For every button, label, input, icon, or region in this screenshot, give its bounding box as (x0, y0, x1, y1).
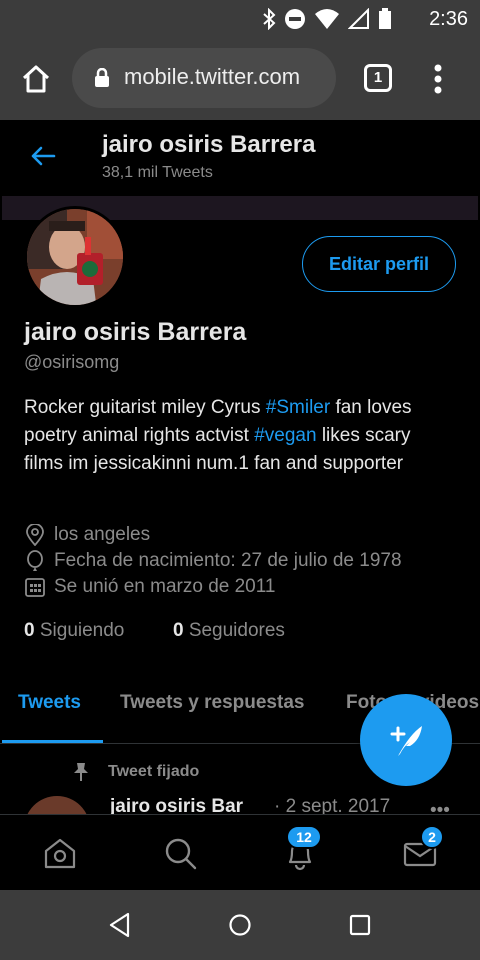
home-icon[interactable] (20, 63, 52, 95)
joined-text: Se unió en marzo de 2011 (54, 576, 276, 597)
status-icons (262, 8, 392, 30)
following-label: Siguiendo (39, 620, 125, 641)
tweet-count: 38,1 mil Tweets (102, 164, 213, 181)
system-navigation-bar (0, 890, 480, 960)
bluetooth-icon (263, 8, 276, 30)
tab-switcher-button[interactable]: 1 (364, 64, 392, 92)
search-icon[interactable] (162, 835, 198, 871)
nav-back-icon[interactable] (108, 912, 132, 938)
tab-tweets-and-replies[interactable]: Tweets y respuestas (120, 692, 304, 714)
battery-icon (379, 8, 391, 29)
home-tab-icon[interactable] (42, 835, 78, 871)
pinned-tweet[interactable]: jairo osiris Bar · 2 sept. 2017 ••• (0, 796, 480, 814)
profile-header: jairo osiris Barrera 38,1 mil Tweets (0, 120, 480, 194)
nav-home-icon[interactable] (228, 912, 252, 938)
profile-location: los angeles (24, 524, 150, 546)
active-tab-indicator (2, 740, 103, 743)
edit-profile-button[interactable]: Editar perfil (302, 236, 456, 292)
back-arrow-icon[interactable] (30, 145, 56, 167)
avatar-photo (27, 209, 123, 305)
followers-label: Seguidores (188, 620, 285, 641)
profile-birthday: Fecha de nacimiento: 27 de julio de 1978 (24, 550, 402, 572)
profile-bio: Rocker guitarist miley Cyrus #Smiler fan… (24, 394, 444, 478)
followers-link[interactable]: 0 Seguidores (173, 620, 285, 641)
status-time: 2:36 (429, 8, 468, 30)
tweet-more-icon[interactable]: ••• (430, 800, 450, 814)
pinned-tweet-label: Tweet fijado (72, 762, 199, 782)
bio-text: Rocker guitarist miley Cyrus (24, 397, 266, 418)
tweet-avatar[interactable] (24, 796, 90, 814)
lock-icon (95, 68, 109, 87)
menu-icon[interactable] (434, 64, 442, 94)
messages-tab[interactable]: 2 (402, 825, 444, 871)
following-link[interactable]: 0 Siguiendo (24, 620, 124, 641)
location-text: los angeles (54, 524, 151, 545)
url-text[interactable]: mobile.twitter.com (124, 64, 300, 90)
tweet-date: · 2 sept. 2017 (274, 796, 391, 814)
messages-badge: 2 (420, 825, 444, 849)
calendar-icon (25, 578, 45, 597)
nav-recents-icon[interactable] (348, 912, 372, 938)
following-count: 0 (24, 620, 35, 641)
browser-toolbar: mobile.twitter.com 1 (0, 38, 480, 120)
tweet-author: jairo osiris Bar (110, 796, 244, 814)
pin-icon (74, 763, 88, 781)
status-bar: 2:36 (0, 0, 480, 38)
bottom-navigation: 12 2 (0, 814, 480, 890)
header-title: jairo osiris Barrera (102, 131, 316, 158)
pinned-label: Tweet fijado (108, 763, 200, 780)
notifications-badge: 12 (286, 825, 322, 849)
balloon-icon (27, 550, 43, 571)
birthday-text: Fecha de nacimiento: 27 de julio de 1978 (54, 550, 402, 571)
profile-joined: Se unió en marzo de 2011 (24, 576, 275, 598)
profile-handle: @osirisomg (24, 352, 120, 372)
profile-name: jairo osiris Barrera (24, 318, 247, 346)
address-bar[interactable]: mobile.twitter.com (72, 48, 336, 108)
follow-stats: 0 Siguiendo 0 Seguidores (24, 620, 285, 642)
tab-tweets[interactable]: Tweets (18, 692, 81, 714)
hashtag-link[interactable]: #vegan (254, 425, 316, 446)
notifications-tab[interactable]: 12 (282, 825, 322, 871)
followers-count: 0 (172, 620, 184, 641)
wifi-icon (315, 9, 339, 29)
avatar[interactable] (24, 206, 126, 308)
hashtag-link[interactable]: #Smiler (266, 397, 330, 418)
compose-tweet-button[interactable] (360, 694, 452, 786)
compose-feather-icon (390, 726, 422, 756)
do-not-disturb-icon (285, 9, 305, 29)
signal-icon (348, 8, 369, 29)
location-pin-icon (26, 524, 44, 546)
